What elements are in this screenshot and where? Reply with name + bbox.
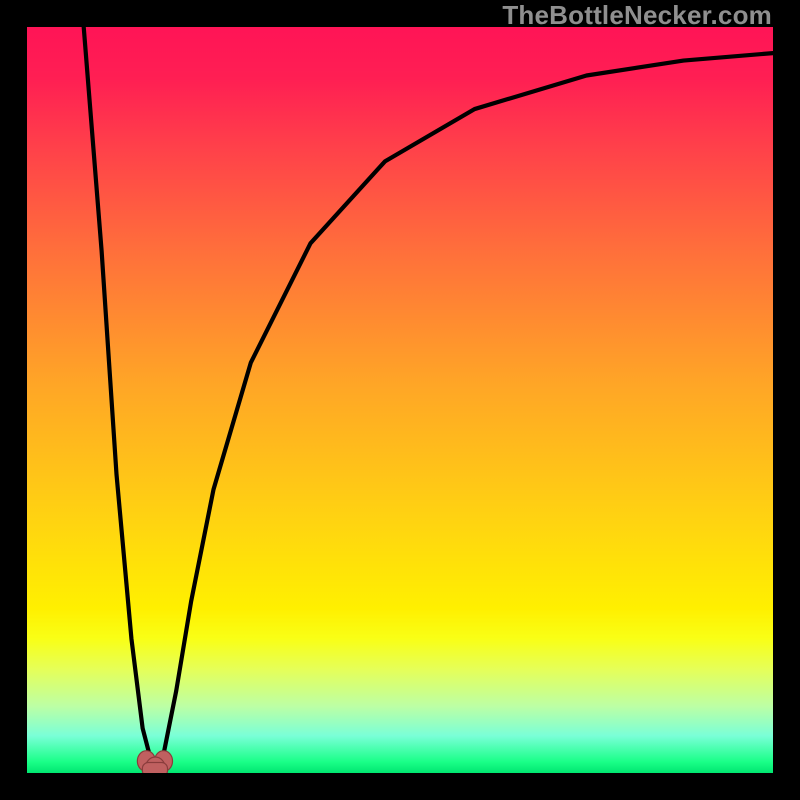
watermark-text: TheBottleNecker.com xyxy=(502,0,772,31)
chart-frame: TheBottleNecker.com xyxy=(0,0,800,800)
plot-area xyxy=(27,27,773,773)
min-marker-connector xyxy=(142,763,167,773)
minimum-marker xyxy=(137,751,172,773)
curve-svg xyxy=(27,27,773,773)
bottleneck-curve xyxy=(84,27,773,766)
